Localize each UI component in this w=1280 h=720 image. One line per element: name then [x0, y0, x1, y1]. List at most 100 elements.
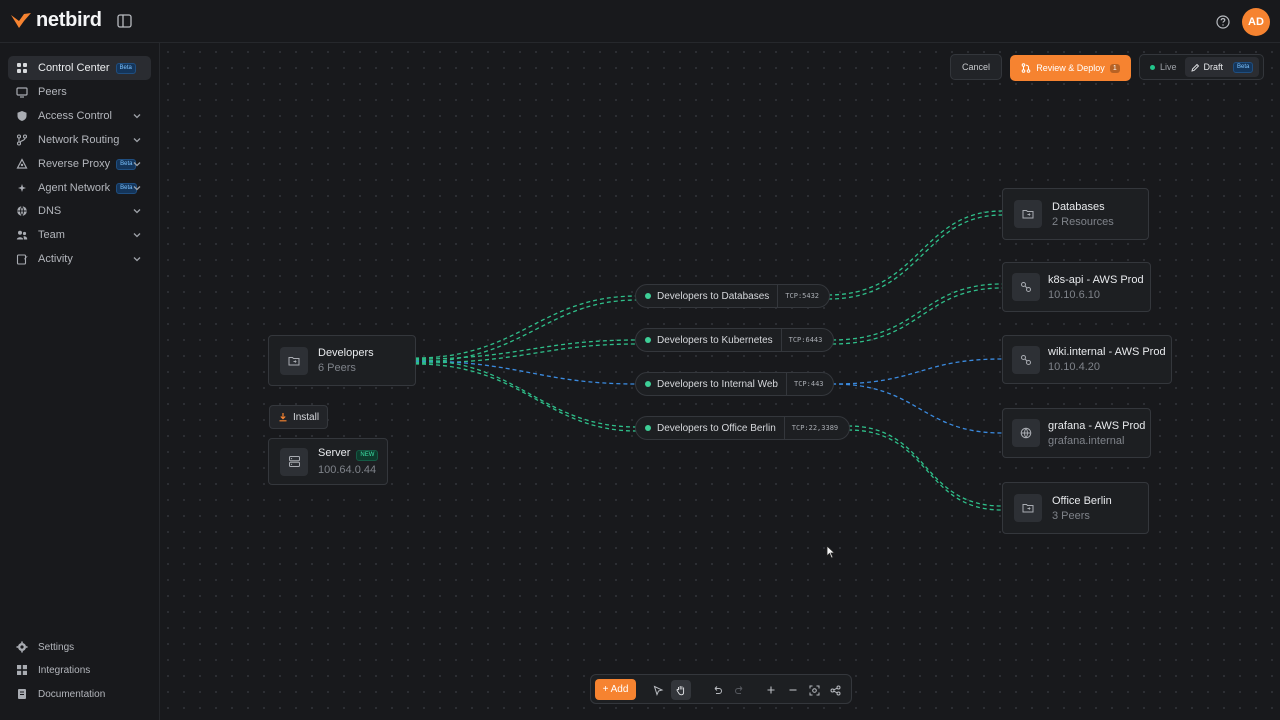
target-node-databases[interactable]: Databases 2 Resources: [1002, 188, 1149, 240]
policy-developers-databases[interactable]: Developers to Databases TCP:5432: [635, 284, 830, 308]
redo-icon: [734, 685, 742, 694]
folder-icon: [1014, 494, 1042, 522]
sidebar-item-control-center[interactable]: Control Center Beta: [8, 56, 151, 80]
integrations-icon: [16, 664, 28, 676]
chevron-down-icon: [132, 206, 142, 216]
sidebar-item-agent-network[interactable]: Agent Network Beta: [8, 176, 151, 200]
policy-port-tag: TCP:6443: [780, 329, 830, 351]
group-node-developers[interactable]: Developers 6 Peers: [268, 335, 416, 386]
sidebar-item-peers[interactable]: Peers: [8, 80, 151, 104]
sidebar-item-network-routing[interactable]: Network Routing: [8, 128, 151, 152]
chevron-down-icon: [132, 159, 142, 169]
target-node-office-berlin[interactable]: Office Berlin 3 Peers: [1002, 482, 1149, 534]
node-subtitle: 10.10.4.20: [1048, 361, 1100, 373]
sidebar-item-activity[interactable]: Activity: [8, 247, 151, 271]
node-subtitle: 3 Peers: [1052, 509, 1090, 522]
install-label: Install: [292, 411, 320, 423]
brand-name: netbird: [36, 9, 102, 31]
new-badge: NEW: [356, 450, 379, 461]
chevron-down-icon: [132, 111, 142, 121]
policy-developers-office-berlin[interactable]: Developers to Office Berlin TCP:22,3389: [635, 416, 850, 440]
beta-badge: Beta: [1233, 61, 1254, 73]
edge-policy-office: [847, 425, 1003, 507]
policy-port-tag: TCP:22,3389: [783, 417, 845, 439]
review-deploy-label: Review & Deploy: [1036, 63, 1105, 73]
target-node-wiki-internal[interactable]: wiki.internal - AWS Prod 10.10.4.20: [1002, 335, 1172, 384]
node-subtitle: 6 Peers: [318, 362, 356, 374]
add-button[interactable]: + Add: [595, 678, 636, 700]
control-center-icon: [16, 62, 28, 74]
pan-tool-button[interactable]: [671, 680, 691, 700]
edge-developers-office-berlin: [414, 359, 638, 428]
zoom-out-button[interactable]: [785, 682, 801, 698]
question-icon: [1216, 15, 1230, 29]
undo-button[interactable]: [709, 682, 725, 698]
share-layout-button[interactable]: [827, 682, 843, 698]
sidebar-item-label: Integrations: [38, 664, 91, 676]
pointer-icon: [653, 685, 663, 696]
policy-label: Developers to Internal Web: [657, 378, 778, 390]
chevron-down-icon: [132, 254, 142, 264]
sidebar-item-access-control[interactable]: Access Control: [8, 104, 151, 128]
activity-icon: [16, 253, 28, 265]
edge-developers-internal-web: [414, 360, 638, 385]
sidebar-item-settings[interactable]: Settings: [8, 636, 151, 658]
fit-view-button[interactable]: [806, 682, 822, 698]
shield-icon: [16, 110, 28, 122]
node-subtitle: grafana.internal: [1048, 434, 1125, 447]
policy-port-tag: TCP:443: [786, 373, 831, 395]
zoom-in-button[interactable]: [763, 682, 779, 698]
node-title: Office Berlin: [1052, 494, 1112, 507]
sidebar-item-label: Agent Network: [38, 182, 111, 194]
sidebar-item-integrations[interactable]: Integrations: [8, 659, 151, 681]
beta-badge: Beta: [115, 62, 136, 74]
folder-icon: [1014, 200, 1042, 228]
edge-policy-wiki: [831, 358, 1003, 385]
netbird-bird-icon: [11, 12, 31, 28]
sidebar-item-reverse-proxy[interactable]: Reverse Proxy Beta: [8, 152, 151, 176]
node-subtitle: 100.64.0.44: [318, 464, 377, 476]
policy-label: Developers to Databases: [657, 290, 770, 302]
pencil-icon: [1190, 63, 1199, 72]
canvas-toolbar: + Add: [590, 674, 852, 704]
live-status-dot: [1150, 64, 1155, 70]
mode-draft-tab[interactable]: Draft Beta: [1184, 57, 1260, 77]
node-title: wiki.internal - AWS Prod: [1048, 346, 1166, 358]
mode-switch[interactable]: Live Draft Beta: [1139, 54, 1264, 80]
node-subtitle: 10.10.6.10: [1048, 288, 1100, 301]
user-avatar[interactable]: AD: [1242, 8, 1270, 36]
sidebar-item-dns[interactable]: DNS: [8, 199, 151, 223]
sidebar-item-label: Settings: [38, 641, 75, 653]
sidebar-item-documentation[interactable]: Documentation: [8, 683, 151, 705]
undo-icon: [714, 685, 722, 694]
edge-developers-databases-2: [414, 299, 638, 363]
netbird-logo[interactable]: netbird: [10, 9, 102, 32]
route-icon: [1012, 345, 1040, 374]
mouse-cursor-icon: [826, 545, 836, 559]
select-tool-button[interactable]: [650, 682, 666, 698]
node-title: k8s-api - AWS Prod: [1048, 273, 1144, 286]
policy-developers-kubernetes[interactable]: Developers to Kubernetes TCP:6443: [635, 328, 834, 352]
gear-icon: [16, 641, 28, 653]
policy-developers-internal-web[interactable]: Developers to Internal Web TCP:443: [635, 372, 834, 396]
node-title: grafana - AWS Prod: [1048, 419, 1146, 432]
cancel-button[interactable]: Cancel: [950, 54, 1002, 80]
target-node-k8s-api[interactable]: k8s-api - AWS Prod 10.10.6.10: [1002, 262, 1151, 312]
redo-button[interactable]: [731, 682, 747, 698]
mode-live-tab[interactable]: Live: [1142, 57, 1185, 77]
peer-node-server[interactable]: Server NEW 100.64.0.44: [268, 438, 388, 485]
edge-policy-grafana: [831, 383, 1003, 434]
node-title: Server NEW: [318, 447, 379, 461]
sidebar-item-team[interactable]: Team: [8, 223, 151, 247]
review-deploy-button[interactable]: Review & Deploy 1: [1010, 55, 1131, 81]
chevron-down-icon: [132, 135, 142, 145]
sidebar-item-label: Network Routing: [38, 134, 120, 146]
edge-policy-databases: [827, 210, 1003, 296]
mode-live-label: Live: [1160, 62, 1177, 72]
sidebar-toggle-button[interactable]: [116, 13, 133, 29]
globe-icon: [16, 205, 28, 217]
install-button[interactable]: Install: [269, 405, 328, 429]
help-button[interactable]: [1214, 13, 1232, 31]
target-node-grafana[interactable]: grafana - AWS Prod grafana.internal: [1002, 408, 1151, 458]
sparkle-icon: [16, 182, 28, 194]
